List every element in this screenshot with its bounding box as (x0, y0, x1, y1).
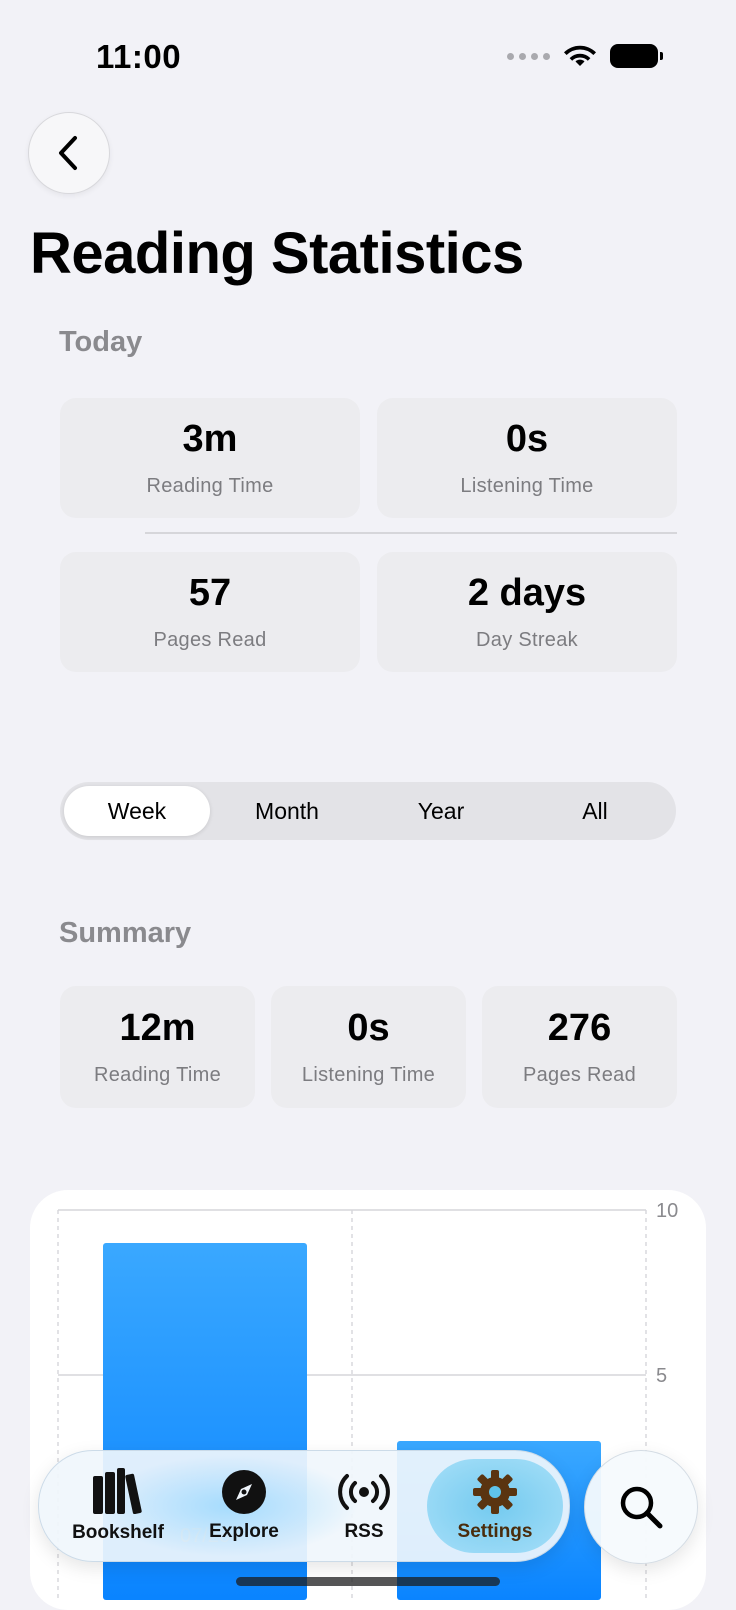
stat-label: Listening Time (301, 1064, 436, 1086)
gear-icon (473, 1470, 517, 1514)
tab-label: Settings (457, 1521, 533, 1542)
battery-icon (610, 44, 663, 68)
summary-reading-time-card: 12m Reading Time (60, 986, 255, 1108)
cellular-signal-icon (507, 52, 550, 60)
status-time: 11:00 (96, 38, 182, 75)
stat-value: 0s (347, 1007, 390, 1049)
summary-pages-read-card: 276 Pages Read (482, 986, 677, 1108)
back-button[interactable] (28, 112, 110, 194)
stat-label: Listening Time (460, 475, 594, 497)
segment-year[interactable]: Year (364, 786, 518, 836)
compass-icon (222, 1470, 266, 1514)
tab-label: RSS (344, 1521, 384, 1542)
summary-section-label: Summary (59, 917, 192, 949)
today-day-streak-card: 2 days Day Streak (377, 552, 677, 672)
stat-label: Reading Time (146, 475, 274, 497)
chart-y-tick-label: 5 (656, 1365, 667, 1387)
search-icon (620, 1486, 663, 1529)
today-reading-time-card: 3m Reading Time (60, 398, 360, 518)
stat-label: Reading Time (94, 1064, 221, 1086)
page-title: Reading Statistics (30, 221, 524, 286)
tab-bookshelf[interactable]: Bookshelf (63, 1451, 173, 1561)
stat-value: 3m (182, 418, 238, 460)
today-section-label: Today (59, 326, 143, 358)
stat-label: Day Streak (476, 629, 578, 651)
stat-label: Pages Read (153, 629, 267, 651)
segment-week[interactable]: Week (64, 786, 210, 836)
period-segmented-control: Week Month Year All (60, 782, 676, 840)
stat-value: 0s (505, 418, 549, 460)
stat-value: 12m (119, 1007, 196, 1049)
chart-y-tick-label: 10 (656, 1200, 678, 1222)
segment-month[interactable]: Month (210, 786, 364, 836)
stat-label: Pages Read (522, 1064, 637, 1086)
tab-label: Bookshelf (72, 1522, 164, 1543)
tab-rss[interactable]: RSS (309, 1451, 419, 1561)
home-indicator (236, 1577, 500, 1586)
stat-value: 57 (188, 572, 232, 614)
tab-explore[interactable]: Explore (189, 1451, 299, 1561)
search-button[interactable] (584, 1450, 698, 1564)
wifi-icon (564, 45, 596, 66)
stat-value: 276 (547, 1007, 612, 1049)
today-listening-time-card: 0s Listening Time (377, 398, 677, 518)
tab-settings[interactable]: Settings (435, 1451, 555, 1561)
tab-label: Explore (209, 1521, 279, 1542)
stat-value: 2 days (467, 572, 587, 614)
books-icon (93, 1468, 142, 1515)
status-icons (507, 44, 663, 68)
summary-listening-time-card: 0s Listening Time (271, 986, 466, 1108)
chevron-left-icon (59, 136, 77, 170)
tab-bar: Bookshelf Explore RSS Settings (38, 1450, 570, 1562)
broadcast-icon (338, 1474, 390, 1510)
segment-all[interactable]: All (518, 786, 672, 836)
divider (145, 532, 677, 534)
today-pages-read-card: 57 Pages Read (60, 552, 360, 672)
